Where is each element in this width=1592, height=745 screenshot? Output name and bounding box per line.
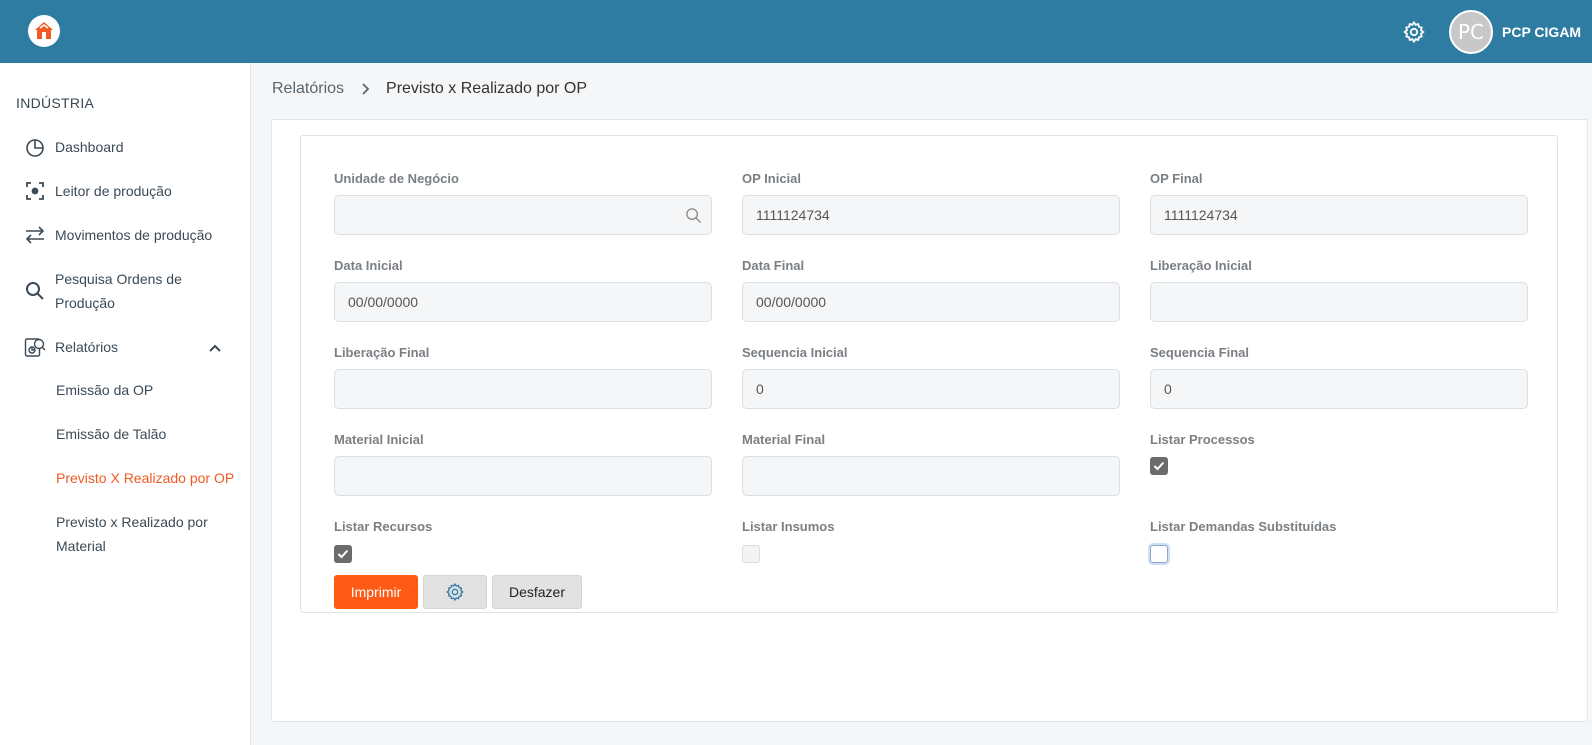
user-name[interactable]: PCP CIGAM [1502,24,1581,40]
op-final-input[interactable]: 1111124734 [1150,195,1528,235]
gear-icon [446,582,464,602]
checkbox-label: Listar Processos [1150,432,1255,447]
scanner-icon [26,182,44,200]
app-logo[interactable] [28,15,60,47]
house-logo-icon [35,22,53,39]
op-inicial-input[interactable]: 1111124734 [742,195,1120,235]
listar-insumos-checkbox[interactable] [742,545,760,563]
checkbox-label: Listar Recursos [334,519,433,534]
settings-gear-icon[interactable] [1402,20,1426,44]
data-final-input[interactable]: 00/00/0000 [742,282,1120,322]
chevron-up-icon[interactable] [207,340,223,356]
sidebar: INDÚSTRIA Dashboard Leitor de produção M… [0,63,251,745]
field-label: Liberação Final [334,345,430,360]
sidebar-subitem-emissao-op[interactable]: Emissão da OP [56,378,236,402]
checkbox-label: Listar Demandas Substituídas [1150,519,1337,534]
sidebar-subitem-previsto-material[interactable]: Previsto x Realizado por Material [56,510,236,558]
listar-processos-checkbox[interactable] [1150,457,1168,475]
search-icon[interactable] [685,207,702,224]
top-bar: PC PCP CIGAM [0,0,1592,63]
reports-icon [24,338,46,357]
field-label: OP Final [1150,171,1203,186]
data-inicial-input[interactable]: 00/00/0000 [334,282,712,322]
liberacao-inicial-input[interactable] [1150,282,1528,322]
sidebar-item-label: Leitor de produção [55,183,172,199]
sidebar-section-title: INDÚSTRIA [16,95,95,111]
listar-demandas-substituidas-checkbox[interactable] [1150,545,1168,563]
checkmark-icon [1153,461,1165,471]
user-avatar[interactable]: PC [1449,10,1493,54]
settings-button[interactable] [423,575,487,609]
sidebar-item-leitor[interactable]: Leitor de produção [0,179,250,203]
sidebar-item-label: Pesquisa Ordens de Produção [55,271,182,311]
field-label: Sequencia Inicial [742,345,848,360]
user-initials: PC [1457,20,1485,44]
sidebar-item-movimentos[interactable]: Movimentos de produção [0,223,250,247]
listar-recursos-checkbox[interactable] [334,545,352,563]
field-label: Sequencia Final [1150,345,1249,360]
search-icon [26,282,44,300]
swap-arrows-icon [25,226,45,244]
field-label: Data Inicial [334,258,403,273]
field-label: OP Inicial [742,171,802,186]
sequencia-final-input[interactable]: 0 [1150,369,1528,409]
material-inicial-input[interactable] [334,456,712,496]
sidebar-item-dashboard[interactable]: Dashboard [0,135,250,159]
sidebar-item-label: Movimentos de produção [55,227,213,243]
field-label: Liberação Inicial [1150,258,1252,273]
sidebar-subitem-previsto-op[interactable]: Previsto X Realizado por OP [56,466,236,490]
sidebar-item-label: Dashboard [55,139,124,155]
print-button[interactable]: Imprimir [334,575,418,609]
liberacao-final-input[interactable] [334,369,712,409]
pie-chart-icon [26,139,44,157]
checkbox-label: Listar Insumos [742,519,835,534]
sidebar-subitem-emissao-talao[interactable]: Emissão de Talão [56,422,236,446]
sidebar-item-label: Relatórios [55,339,119,355]
unidade-negocio-input[interactable] [334,195,712,235]
material-final-input[interactable] [742,456,1120,496]
sequencia-inicial-input[interactable]: 0 [742,369,1120,409]
checkmark-icon [337,549,349,559]
breadcrumb-parent[interactable]: Relatórios [272,80,344,98]
field-label: Material Final [742,432,826,447]
sidebar-item-pesquisa-ordens[interactable]: Pesquisa Ordens de Produção [0,267,250,315]
field-label: Unidade de Negócio [334,171,459,186]
chevron-right-icon [362,83,370,95]
field-label: Material Inicial [334,432,424,447]
undo-button[interactable]: Desfazer [492,575,582,609]
field-label: Data Final [742,258,805,273]
breadcrumb: Relatórios Previsto x Realizado por OP [272,80,587,98]
breadcrumb-current: Previsto x Realizado por OP [386,80,588,97]
